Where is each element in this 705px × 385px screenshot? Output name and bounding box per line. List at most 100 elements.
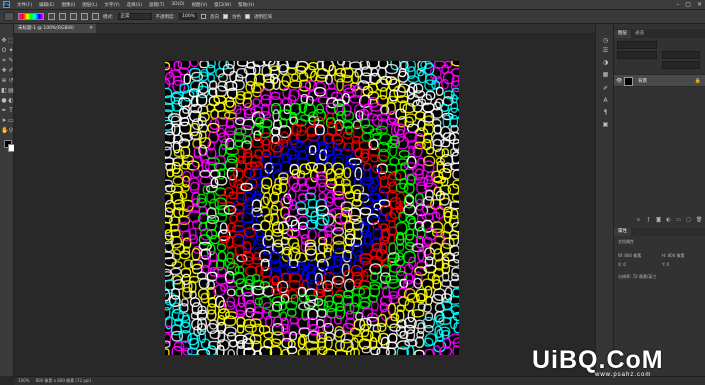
menu-3d[interactable]: 3D(D) [171, 2, 184, 7]
layer-opacity-input[interactable] [662, 51, 700, 59]
pattern-cell [206, 309, 217, 322]
height-value[interactable]: H: 800 像素 [662, 253, 685, 259]
blend-mode-select[interactable] [617, 51, 657, 59]
new-layer-icon[interactable]: ▢ [686, 218, 691, 223]
pattern-cell [172, 176, 184, 186]
menu-filter[interactable]: 滤镜(T) [149, 2, 164, 8]
swatches-icon[interactable]: ▦ [602, 72, 609, 78]
menu-help[interactable]: 帮助(H) [238, 2, 254, 8]
layer-fill-input[interactable] [662, 61, 700, 69]
gradient-picker[interactable] [18, 13, 44, 20]
adjustments-icon[interactable]: ◑ [602, 60, 609, 66]
resolution-value: 分辨率: 72 像素/英寸 [618, 274, 657, 279]
pattern-cell [377, 322, 387, 333]
libraries-icon[interactable]: ▣ [602, 122, 609, 128]
pattern-cell [335, 289, 345, 298]
new-group-icon[interactable]: ▭ [676, 218, 681, 223]
properties-icon[interactable]: ☰ [602, 48, 609, 54]
pattern-cell [435, 86, 444, 97]
pattern-cell [244, 324, 257, 333]
pattern-cell [218, 143, 227, 157]
pattern-cell [206, 103, 216, 113]
pattern-cell [219, 222, 228, 235]
transparency-checkbox[interactable] [245, 14, 251, 19]
dither-checkbox[interactable] [223, 14, 229, 19]
document-canvas[interactable] [165, 61, 459, 355]
menu-image[interactable]: 图像(I) [61, 2, 75, 8]
add-mask-icon[interactable]: ◙ [656, 218, 661, 223]
pattern-cell [312, 162, 327, 174]
menu-type[interactable]: 文字(Y) [104, 2, 119, 8]
layer-filter-select[interactable] [617, 41, 657, 49]
pattern-cell [189, 61, 199, 68]
pattern-cell [172, 79, 186, 94]
pattern-cell [264, 228, 273, 241]
blur-tool-icon[interactable]: ● [1, 98, 7, 104]
angle-gradient-icon[interactable] [70, 13, 77, 20]
layer-style-icon[interactable]: ƒ [646, 218, 651, 223]
layer-row[interactable]: 👁 背景 🔒 [614, 74, 705, 87]
brush-settings-icon[interactable]: ✐ [602, 86, 609, 92]
pattern-cell [223, 315, 237, 327]
watermark-url: www.psahz.com [595, 372, 652, 378]
pattern-cell [424, 312, 434, 322]
zoom-level[interactable]: 100% [18, 377, 29, 385]
document-tab[interactable]: 未标题-1 @ 100%(RGB/8) ✕ [14, 24, 96, 33]
minimize-icon[interactable]: – [676, 1, 679, 8]
opacity-label: 不透明度: [155, 14, 176, 20]
tab-channels[interactable]: 通道 [631, 30, 648, 38]
opacity-input[interactable]: 100% [179, 13, 198, 20]
pattern-cell [236, 61, 249, 67]
mode-select[interactable]: 正常 [117, 13, 152, 20]
linear-gradient-icon[interactable] [48, 13, 55, 20]
menu-view[interactable]: 视图(V) [192, 2, 208, 8]
diamond-gradient-icon[interactable] [92, 13, 99, 20]
reflected-gradient-icon[interactable] [81, 13, 88, 20]
lasso-tool-icon[interactable]: ʘ [1, 48, 7, 54]
pen-tool-icon[interactable]: ✒ [1, 108, 7, 114]
pattern-cell [189, 181, 200, 194]
lock-icon: 🔒 [694, 78, 701, 84]
watermark: UiBQ.CoM www.psahz.com [532, 346, 702, 382]
clone-stamp-icon[interactable]: ⊕ [1, 78, 7, 84]
document-info[interactable]: 800 像素 x 800 像素 (72 ppi) [35, 377, 91, 385]
pattern-cell [387, 332, 398, 344]
width-value[interactable]: W: 800 像素 [618, 253, 641, 259]
pattern-cell [297, 348, 309, 355]
menu-layer[interactable]: 图层(L) [82, 2, 97, 8]
delete-layer-icon[interactable]: 🗑 [696, 218, 702, 223]
hand-tool-icon[interactable]: ✋ [1, 128, 8, 134]
menu-window[interactable]: 窗口(W) [214, 2, 231, 8]
healing-brush-icon[interactable]: ✚ [1, 68, 7, 74]
reverse-checkbox[interactable] [201, 14, 207, 19]
pattern-cell [361, 345, 371, 354]
tool-preset-picker[interactable] [4, 12, 14, 21]
visibility-eye-icon[interactable]: 👁 [616, 75, 622, 88]
pattern-cell [398, 149, 410, 158]
reverse-label: 反向 [210, 14, 220, 20]
menu-edit[interactable]: 编辑(E) [39, 2, 54, 8]
maximize-icon[interactable]: ▢ [685, 1, 691, 8]
adjustment-layer-icon[interactable]: ◐ [666, 218, 671, 223]
paragraph-icon[interactable]: ¶ [602, 110, 609, 116]
pattern-cell [341, 74, 353, 83]
history-icon[interactable]: ◷ [602, 38, 609, 44]
crop-tool-icon[interactable]: ⌗ [1, 58, 7, 64]
radial-gradient-icon[interactable] [59, 13, 66, 20]
pattern-cell [229, 214, 238, 224]
x-value[interactable]: X: 0 [618, 262, 626, 267]
menu-file[interactable]: 文件(F) [17, 2, 32, 8]
eraser-icon[interactable]: ◧ [1, 88, 7, 94]
link-layers-icon[interactable]: ∞ [636, 218, 641, 223]
path-select-icon[interactable]: ➤ [1, 118, 7, 124]
character-icon[interactable]: A [602, 98, 609, 104]
close-icon[interactable]: ✕ [697, 1, 702, 8]
y-value[interactable]: Y: 0 [662, 262, 669, 267]
canvas-workspace [14, 33, 595, 376]
move-tool-icon[interactable]: ✥ [1, 38, 7, 44]
tab-layers[interactable]: 图层 [614, 30, 631, 38]
pattern-cell [323, 322, 334, 334]
menu-select[interactable]: 选择(S) [127, 2, 142, 8]
pattern-cell [424, 324, 434, 333]
tab-close-icon[interactable]: ✕ [89, 24, 93, 33]
